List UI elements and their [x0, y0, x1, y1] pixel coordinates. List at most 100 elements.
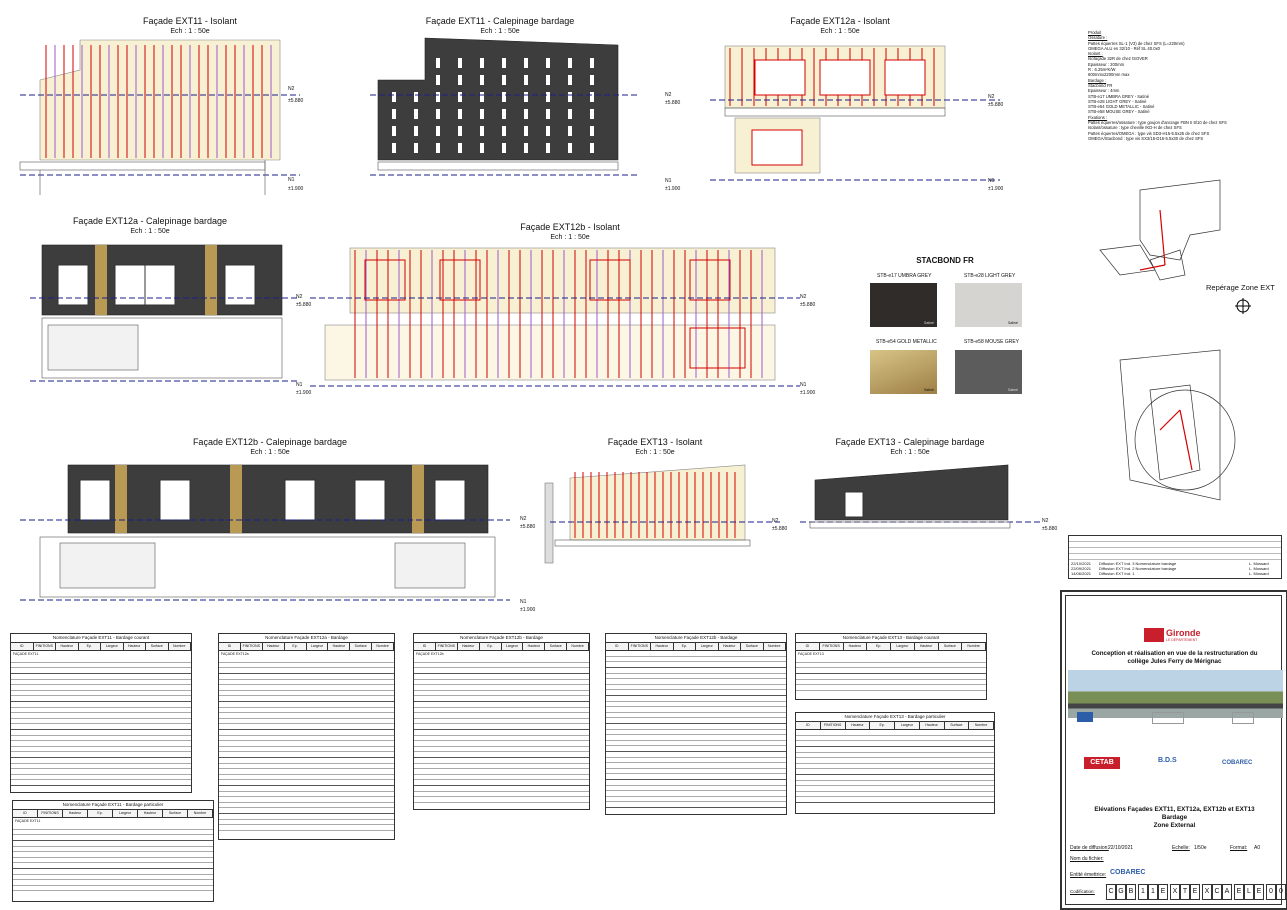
table-title: Nomenclature Façade EXT11 - Bardage cour…: [11, 634, 191, 643]
partner-logos: [1072, 710, 1277, 750]
level-n2-label: N2: [1042, 518, 1049, 524]
cladding-fixing: [436, 126, 440, 136]
scale-value: 1/50e: [1194, 845, 1207, 851]
cladding-fixing: [524, 58, 528, 68]
cladding-fixing: [590, 109, 594, 119]
cladding-fixing: [436, 75, 440, 85]
code-cell: 0: [1266, 884, 1276, 900]
level-n1-label: N1: [296, 382, 303, 388]
partner-logo-icon: [1152, 712, 1184, 724]
swatch-finish: Satiné: [1008, 321, 1018, 325]
table-rows: [796, 657, 986, 694]
drawing-zone: Zone External: [1153, 822, 1196, 829]
cladding-fixing: [436, 92, 440, 102]
cladding-fixing: [414, 109, 418, 119]
project-title: Conception et réalisation en vue de la r…: [1091, 650, 1258, 665]
cladding-fixing: [568, 143, 572, 153]
level-n1-label: N1: [665, 178, 672, 184]
cladding-fixing: [480, 58, 484, 68]
table-header: ID FINITIONS Hauteur Ep. Largeur Hauteur Surfa…: [13, 810, 213, 818]
spec-fixations-heading: Fixations :: [1088, 114, 1108, 120]
cladding-fixing: [502, 126, 506, 136]
level-n2-altitude: ±5.880: [665, 100, 681, 106]
level-n1-label: N1: [988, 178, 995, 184]
swatch-finish: Satiné: [924, 321, 934, 325]
cladding-fixing: [502, 75, 506, 85]
cladding-fixing: [546, 58, 550, 68]
gironde-logo-sub: LE DÉPARTEMENT: [1166, 638, 1198, 642]
cladding-fixing: [568, 75, 572, 85]
level-n1-altitude: ±1.900: [296, 390, 312, 396]
cladding-fixing: [414, 143, 418, 153]
level-n1-label: N1: [520, 599, 527, 605]
table-rows: [606, 651, 786, 809]
nomenclature-table: Nomenclature Façade EXT12a - Bardage ID F…: [218, 633, 395, 840]
code-cell: X: [1202, 884, 1212, 900]
table-rows: [414, 657, 589, 804]
table-header: ID FINITIONS Hauteur Ep. Largeur Hauteur Surfa…: [606, 643, 786, 651]
ext11-cladding-elevation: [370, 37, 640, 176]
nomenclature-table: Nomenclature Façade EXT12b - Bardage ID F…: [413, 633, 590, 810]
swatch-label: STB-e17 UMBRA GREY: [877, 273, 932, 279]
level-n2-altitude: ±5.880: [800, 302, 816, 308]
cladding-fixing: [524, 109, 528, 119]
format-value: A0: [1254, 845, 1261, 851]
table-title: Nomenclature Façade EXT12a - Bardage: [219, 634, 394, 643]
cladding-fixing: [458, 143, 462, 153]
scale-label: Echelle:: [1172, 845, 1190, 851]
cladding-fixing: [392, 126, 396, 136]
level-n2-label: N2: [988, 94, 995, 100]
spec-bardage-heading: Bardage :: [1088, 77, 1107, 83]
cladding-fixing: [458, 126, 462, 136]
ext12b-cladding-elevation: [20, 464, 510, 601]
ext11-insulation-elevation: [19, 39, 300, 195]
cladding-fixing: [480, 92, 484, 102]
table-header: ID FINITIONS Hauteur Ep. Largeur Hauteur Surfa…: [11, 643, 191, 651]
emitter-value: COBAREC: [1110, 869, 1146, 876]
partner-logo-icon: [1077, 712, 1093, 722]
spec-ossature-heading: Ossature :: [1088, 35, 1108, 41]
table-header: ID FINITIONS Hauteur Ep. Largeur Hauteur Surfa…: [796, 643, 986, 651]
code-cell: L: [1244, 884, 1254, 900]
cladding-fixing: [568, 109, 572, 119]
level-n2-label: N2: [665, 92, 672, 98]
cladding-fixing: [546, 109, 550, 119]
cladding-fixing: [458, 92, 462, 102]
revision-date: 14/06/2021: [1071, 571, 1092, 576]
level-n2-label: N2: [772, 518, 779, 524]
code-cell: E: [1158, 884, 1168, 900]
table-title: Nomenclature Façade EXT12b - Bardage: [414, 634, 589, 643]
cladding-fixing: [502, 109, 506, 119]
drawing-subtitle: Bardage: [1161, 814, 1188, 821]
cladding-fixing: [568, 58, 572, 68]
cladding-fixing: [414, 126, 418, 136]
nomenclature-table: Nomenclature Façade EXT13 - Bardage part…: [795, 712, 995, 814]
level-n2-altitude: ±5.880: [988, 102, 1004, 108]
ext13-cladding-elevation: [800, 464, 1040, 529]
cladding-fixing: [436, 143, 440, 153]
code-cell: 0: [1276, 884, 1286, 900]
emitter-label: Entité émettrice:: [1070, 872, 1107, 878]
date-value: 22/10/2021: [1108, 845, 1134, 851]
level-n2-label: N2: [800, 294, 807, 300]
level-n2-altitude: ±5.880: [288, 98, 304, 104]
cladding-fixing: [568, 126, 572, 136]
codification-cells: CGB11EXTEXCAELE0043: [1106, 884, 1287, 900]
code-cell: G: [1116, 884, 1126, 900]
code-cell: E: [1234, 884, 1244, 900]
nomenclature-table: Nomenclature Façade EXT11 - Bardage cour…: [10, 633, 192, 793]
nomenclature-table: Nomenclature Façade EXT13 - Bardage cour…: [795, 633, 987, 700]
cladding-fixing: [414, 92, 418, 102]
drawing-title: Elévations Façades EXT11, EXT12a, EXT12b…: [1094, 806, 1255, 813]
cladding-fixing: [546, 75, 550, 85]
level-n2-altitude: ±5.880: [1042, 526, 1058, 532]
nomenclature-table: Nomenclature Façade EXT12b - Bardage ID F…: [605, 633, 787, 815]
level-n1-altitude: ±1.900: [288, 186, 304, 192]
code-cell: 1: [1138, 884, 1148, 900]
cladding-fixing: [458, 58, 462, 68]
cladding-fixing: [502, 143, 506, 153]
partner-logo-icon: [1232, 712, 1254, 724]
cladding-fixing: [392, 143, 396, 153]
file-label: Nom du fichier:: [1070, 856, 1104, 862]
spec-isolant-heading: Isolant :: [1088, 51, 1103, 57]
